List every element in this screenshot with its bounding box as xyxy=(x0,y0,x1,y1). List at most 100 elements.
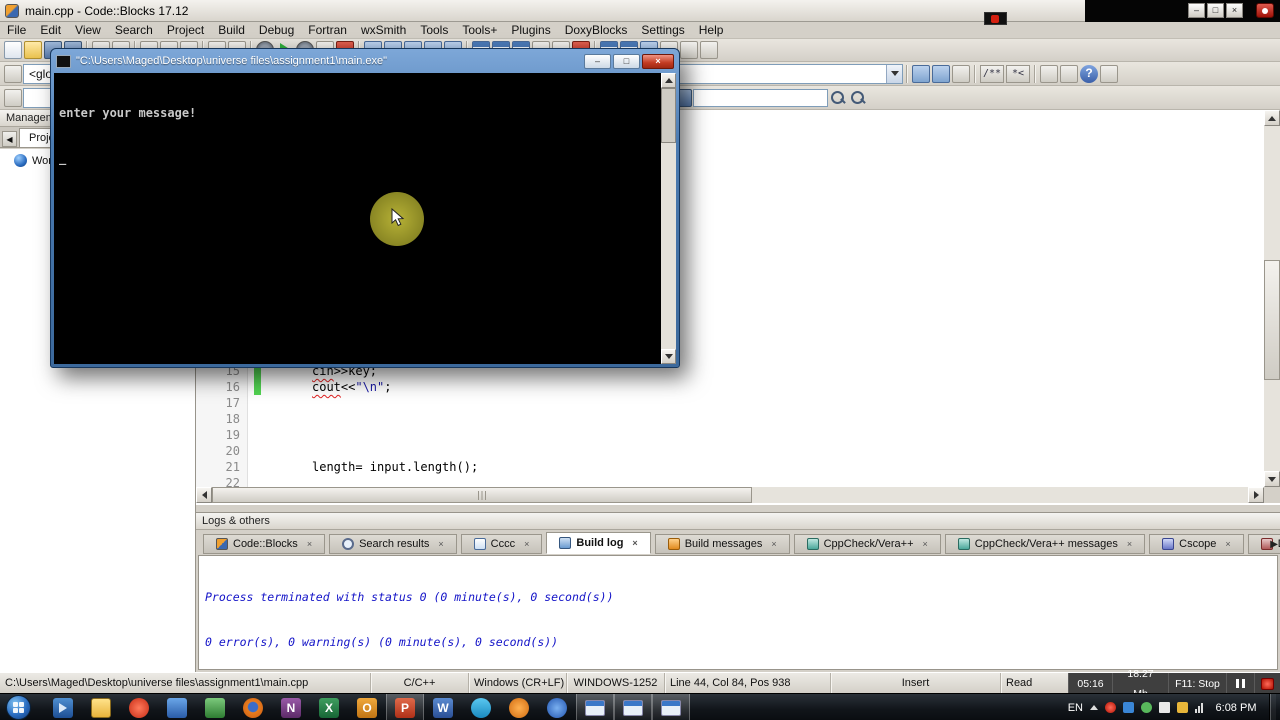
menu-project[interactable]: Project xyxy=(160,22,211,39)
tab-close-icon[interactable]: × xyxy=(771,539,776,549)
menu-wxsmith[interactable]: wxSmith xyxy=(354,22,413,39)
taskbar-word[interactable]: W xyxy=(424,694,462,720)
info-icon[interactable] xyxy=(952,64,970,83)
search-highlight-icon[interactable] xyxy=(849,89,867,107)
help-icon[interactable]: ? xyxy=(1080,64,1099,83)
tab-cccc[interactable]: Cccc × xyxy=(460,534,543,554)
debugger-window-icon[interactable] xyxy=(912,64,930,83)
scroll-left-icon[interactable] xyxy=(196,487,212,503)
tray-blue-icon[interactable] xyxy=(1123,702,1134,713)
show-desktop-button[interactable] xyxy=(1269,694,1276,720)
taskbar-app-window-1[interactable] xyxy=(576,694,614,720)
taskbar-blue-ball-app[interactable] xyxy=(538,694,576,720)
close-button[interactable]: × xyxy=(1226,3,1243,18)
taskbar-firefox[interactable] xyxy=(234,694,272,720)
menu-debug[interactable]: Debug xyxy=(252,22,301,39)
scroll-up-icon[interactable] xyxy=(661,73,676,88)
scroll-up-icon[interactable] xyxy=(1264,110,1280,126)
maximize-button[interactable]: □ xyxy=(1207,3,1224,18)
tab-scroll-left-icon[interactable]: ◀ xyxy=(2,131,17,147)
editor-vscrollbar[interactable] xyxy=(1264,110,1280,487)
doxy-view-icon[interactable] xyxy=(1060,64,1079,83)
menu-file[interactable]: File xyxy=(0,22,33,39)
taskbar-app-window-2[interactable] xyxy=(614,694,652,720)
menu-tools-plus[interactable]: Tools+ xyxy=(455,22,504,39)
doxy-line-comment-icon[interactable]: *< xyxy=(1006,64,1031,83)
console-scroll-thumb[interactable] xyxy=(661,88,676,143)
console-maximize-button[interactable]: □ xyxy=(613,53,640,69)
detach-debugger-icon[interactable] xyxy=(700,41,718,59)
scroll-right-icon[interactable] xyxy=(1248,487,1264,503)
console-titlebar[interactable]: "C:\Users\Maged\Desktop\universe files\a… xyxy=(51,49,679,73)
incremental-search-input[interactable] xyxy=(693,88,828,107)
new-file-icon[interactable] xyxy=(4,41,22,59)
start-button[interactable] xyxy=(6,695,31,720)
taskbar-powerpoint[interactable]: P xyxy=(386,694,424,720)
tab-close-icon[interactable]: × xyxy=(524,539,529,549)
menu-fortran[interactable]: Fortran xyxy=(301,22,354,39)
menu-plugins[interactable]: Plugins xyxy=(504,22,557,39)
wrench-icon[interactable] xyxy=(1100,64,1119,83)
recorder-record-button[interactable] xyxy=(1254,673,1280,694)
console-minimize-button[interactable]: – xyxy=(584,53,611,69)
tab-close-icon[interactable]: × xyxy=(307,539,312,549)
panel-splitter[interactable] xyxy=(196,505,1280,512)
bookmark-icon[interactable] xyxy=(4,88,22,107)
taskbar-blue-app[interactable] xyxy=(158,694,196,720)
tab-close-icon[interactable]: × xyxy=(923,539,928,549)
console-output-area[interactable]: enter your message! _ xyxy=(54,73,676,364)
recorder-stop-button[interactable] xyxy=(1256,3,1274,18)
menu-tools[interactable]: Tools xyxy=(413,22,455,39)
tab-close-icon[interactable]: × xyxy=(438,539,443,549)
menu-search[interactable]: Search xyxy=(108,22,160,39)
doxy-run-icon[interactable] xyxy=(1040,64,1059,83)
open-file-icon[interactable] xyxy=(24,41,42,59)
tab-cppcheck-messages[interactable]: CppCheck/Vera++ messages × xyxy=(944,534,1146,554)
watch-icon[interactable] xyxy=(932,64,950,83)
taskbar-red-app[interactable] xyxy=(120,694,158,720)
chevron-down-icon[interactable] xyxy=(886,64,902,83)
menu-help[interactable]: Help xyxy=(692,22,731,39)
tab-build-messages[interactable]: Build messages × xyxy=(654,534,790,554)
tray-green-icon[interactable] xyxy=(1141,702,1152,713)
code-area[interactable]: 15 cin>>key; 16 cout<<"\n"; 17 18 19 20 21… xyxy=(196,363,1264,491)
clock[interactable]: 6:08 PM xyxy=(1210,702,1262,714)
console-window[interactable]: "C:\Users\Maged\Desktop\universe files\a… xyxy=(50,48,680,368)
console-close-button[interactable]: × xyxy=(642,53,674,69)
tray-red-icon[interactable] xyxy=(1105,702,1116,713)
taskbar-skype[interactable] xyxy=(462,694,500,720)
menu-settings[interactable]: Settings xyxy=(634,22,691,39)
menu-view[interactable]: View xyxy=(68,22,108,39)
tab-codeblocks[interactable]: Code::Blocks × xyxy=(203,534,326,554)
editor-hscrollbar[interactable] xyxy=(196,487,1264,503)
menu-build[interactable]: Build xyxy=(211,22,252,39)
taskbar-media-player[interactable] xyxy=(44,694,82,720)
attach-debugger-icon[interactable] xyxy=(680,41,698,59)
taskbar-green-app[interactable] xyxy=(196,694,234,720)
tab-build-log[interactable]: Build log × xyxy=(546,532,651,554)
taskbar-explorer[interactable] xyxy=(82,694,120,720)
tab-close-icon[interactable]: × xyxy=(1127,539,1132,549)
search-icon[interactable] xyxy=(829,89,847,107)
taskbar-orange-app[interactable] xyxy=(500,694,538,720)
tab-cppcheck[interactable]: CppCheck/Vera++ × xyxy=(793,534,941,554)
taskbar-excel[interactable]: X xyxy=(310,694,348,720)
tab-scroll-right-icon[interactable]: ▶ xyxy=(1270,539,1278,550)
tray-expand-icon[interactable] xyxy=(1090,705,1098,710)
minimize-button[interactable]: – xyxy=(1188,3,1205,18)
tab-close-icon[interactable]: × xyxy=(1225,539,1230,549)
tab-search-results[interactable]: Search results × xyxy=(329,534,457,554)
recorder-pause-button[interactable] xyxy=(1226,673,1254,694)
menu-doxyblocks[interactable]: DoxyBlocks xyxy=(558,22,635,39)
taskbar-outlook[interactable]: O xyxy=(348,694,386,720)
scroll-down-icon[interactable] xyxy=(1264,471,1280,487)
taskbar-app-window-3[interactable] xyxy=(652,694,690,720)
tray-gold-icon[interactable] xyxy=(1177,702,1188,713)
language-indicator[interactable]: EN xyxy=(1068,702,1083,714)
menu-edit[interactable]: Edit xyxy=(33,22,68,39)
network-icon[interactable] xyxy=(1195,702,1203,713)
goto-declaration-icon[interactable] xyxy=(4,64,22,83)
logs-header[interactable]: Logs & others xyxy=(196,513,1280,530)
hscroll-thumb[interactable] xyxy=(212,487,752,503)
tab-close-icon[interactable]: × xyxy=(632,538,637,548)
